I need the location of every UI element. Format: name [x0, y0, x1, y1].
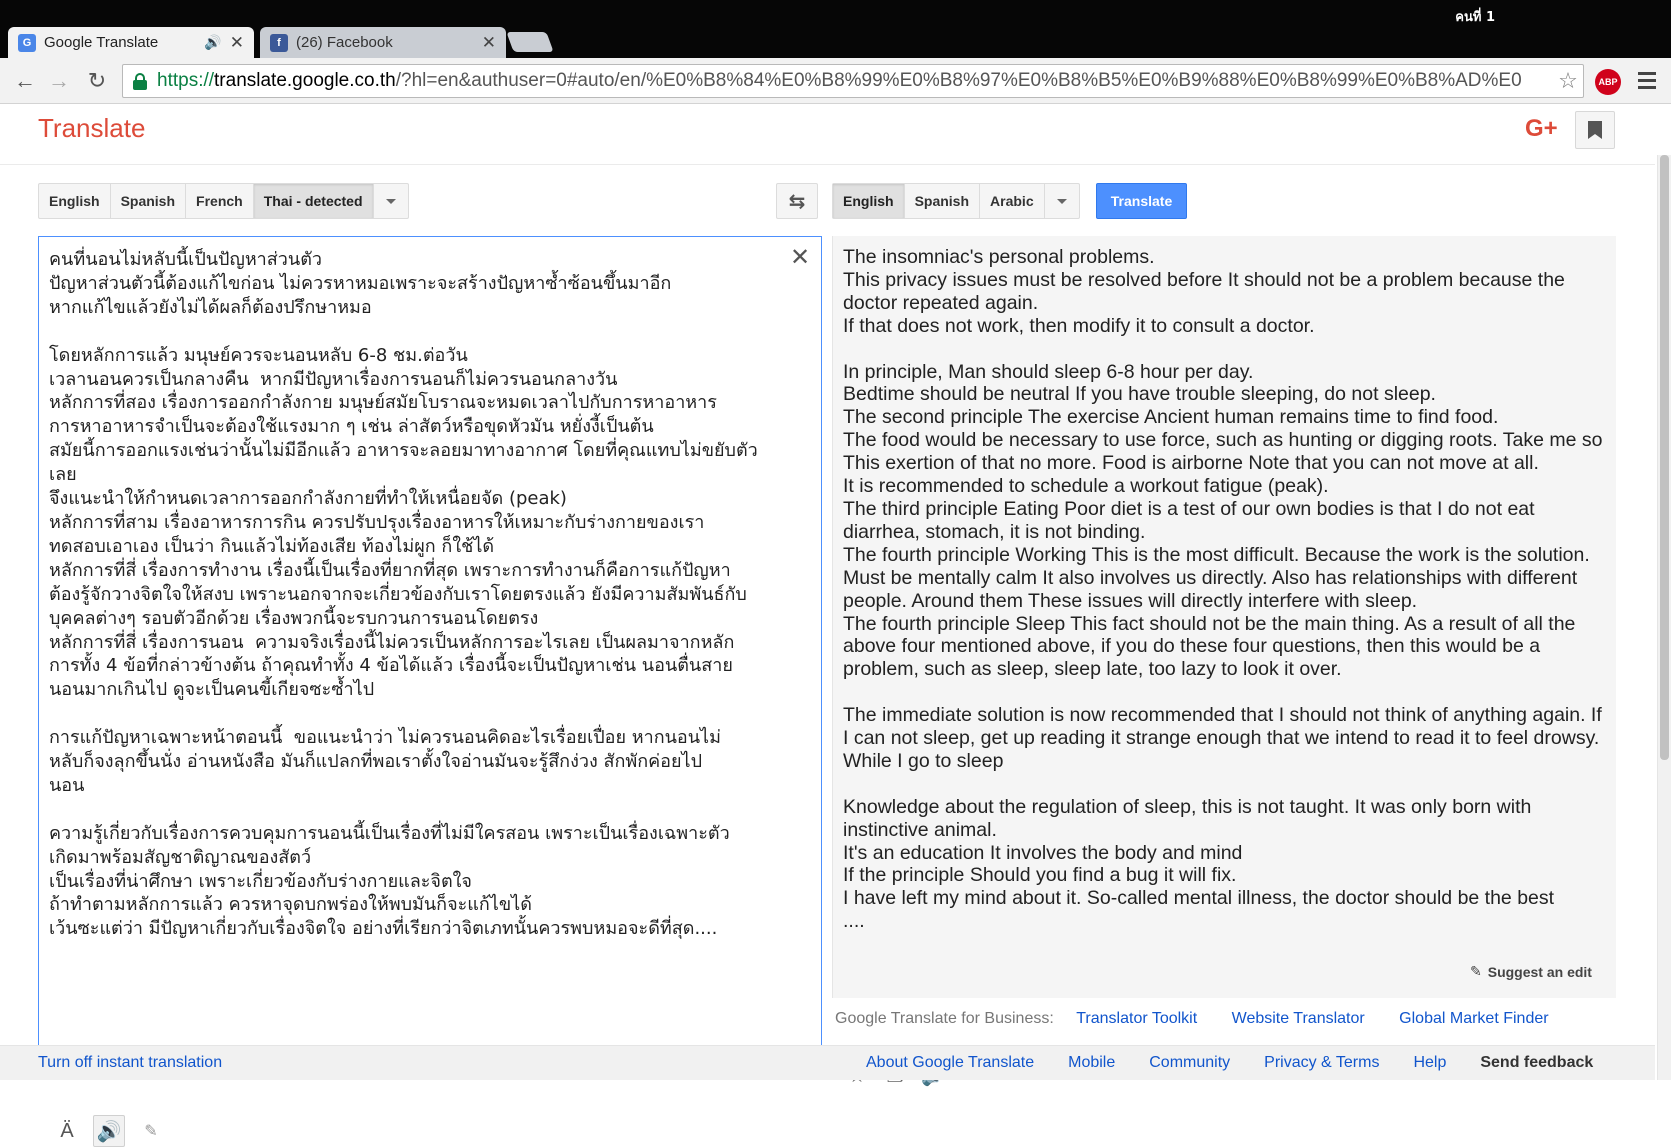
instant-translation-toggle[interactable]: Turn off instant translation — [38, 1054, 222, 1072]
swap-languages-button[interactable]: ⇆ — [776, 183, 818, 219]
source-lang-spanish[interactable]: Spanish — [111, 184, 187, 218]
target-lang-arabic[interactable]: Arabic — [980, 184, 1045, 218]
menu-icon[interactable] — [1638, 72, 1656, 93]
address-bar[interactable]: https://translate.google.co.th/?hl=en&au… — [122, 64, 1584, 98]
suggest-edit-button[interactable]: ✎ Suggest an edit — [1470, 963, 1592, 980]
source-language-selector: English Spanish French Thai - detected — [38, 183, 409, 219]
speaker-icon[interactable]: 🔊 — [204, 34, 221, 51]
footer-links: About Google Translate Mobile Community … — [866, 1054, 1593, 1072]
translation-output: The insomniac's personal problems. This … — [832, 236, 1616, 1087]
close-icon[interactable]: ✕ — [482, 33, 496, 53]
handwriting-pencil-icon[interactable]: ✎ — [135, 1115, 167, 1147]
source-text-area[interactable]: คนที่นอนไม่หลับนี้เป็นปัญหาส่วนตัว ปัญหา… — [38, 236, 822, 1147]
profile-name[interactable]: คนที่ 1 — [1455, 6, 1495, 27]
global-market-finder-link[interactable]: Global Market Finder — [1399, 1010, 1548, 1027]
pencil-icon: ✎ — [1470, 963, 1482, 979]
community-link[interactable]: Community — [1149, 1054, 1230, 1072]
source-lang-french[interactable]: French — [186, 184, 254, 218]
business-links: Google Translate for Business: Translato… — [835, 1010, 1549, 1028]
website-translator-link[interactable]: Website Translator — [1232, 1010, 1365, 1027]
source-text[interactable]: คนที่นอนไม่หลับนี้เป็นปัญหาส่วนตัว ปัญหา… — [49, 248, 784, 941]
business-label: Google Translate for Business: — [835, 1010, 1054, 1027]
mobile-link[interactable]: Mobile — [1068, 1054, 1115, 1072]
google-plus-icon[interactable]: G+ — [1525, 115, 1558, 143]
lock-icon — [131, 72, 149, 90]
page-footer: Turn off instant translation About Googl… — [0, 1045, 1655, 1080]
close-icon[interactable]: ✕ — [230, 33, 244, 53]
phrasebook-button[interactable] — [1575, 111, 1615, 149]
source-lang-detected[interactable]: Thai - detected — [253, 184, 374, 218]
new-tab-button[interactable] — [506, 32, 554, 52]
target-lang-spanish[interactable]: Spanish — [905, 184, 981, 218]
listen-source-icon[interactable]: 🔊 — [93, 1115, 125, 1147]
browser-titlebar: คนที่ 1 G Google Translate 🔊 ✕ f (26) Fa… — [0, 0, 1671, 58]
target-lang-dropdown[interactable] — [1045, 184, 1079, 218]
swap-arrows-icon: ⇆ — [788, 190, 806, 213]
page-title[interactable]: Translate — [38, 113, 145, 144]
privacy-terms-link[interactable]: Privacy & Terms — [1264, 1054, 1379, 1072]
translated-text[interactable]: The insomniac's personal problems. This … — [843, 246, 1603, 933]
suggest-edit-label: Suggest an edit — [1487, 963, 1592, 980]
tab-title: Google Translate — [44, 34, 159, 51]
translator-toolkit-link[interactable]: Translator Toolkit — [1076, 1010, 1197, 1027]
target-language-selector: English Spanish Arabic — [832, 183, 1080, 219]
page-scrollbar[interactable] — [1657, 155, 1671, 1080]
about-link[interactable]: About Google Translate — [866, 1054, 1034, 1072]
reload-icon[interactable]: ↻ — [82, 66, 112, 96]
translate-button[interactable]: Translate — [1096, 183, 1187, 219]
browser-toolbar: ← → ↻ https://translate.google.co.th/?hl… — [0, 58, 1671, 104]
back-arrow-icon[interactable]: ← — [10, 66, 40, 96]
google-translate-icon: G — [18, 33, 36, 52]
page-header: Translate G+ — [0, 105, 1655, 165]
translate-page: Translate G+ English Spanish French Thai… — [0, 105, 1671, 1147]
url-text[interactable]: https://translate.google.co.th/?hl=en&au… — [157, 70, 1553, 92]
tab-facebook[interactable]: f (26) Facebook ✕ — [260, 27, 506, 58]
tab-title: (26) Facebook — [296, 34, 393, 51]
scrollbar-thumb[interactable] — [1660, 155, 1669, 760]
tab-google-translate[interactable]: G Google Translate 🔊 ✕ — [8, 27, 254, 58]
chevron-down-icon — [385, 198, 396, 204]
clear-source-icon[interactable]: ✕ — [790, 243, 810, 272]
bookmark-star-icon[interactable]: ☆ — [1553, 68, 1583, 94]
chevron-down-icon — [1056, 198, 1067, 204]
source-lang-dropdown[interactable] — [374, 184, 408, 218]
target-lang-english[interactable]: English — [833, 184, 905, 218]
help-link[interactable]: Help — [1413, 1054, 1446, 1072]
input-tools-icon[interactable]: Ä — [51, 1115, 83, 1147]
source-lang-english[interactable]: English — [39, 184, 111, 218]
send-feedback-link[interactable]: Send feedback — [1480, 1054, 1593, 1072]
adblock-icon[interactable]: ABP — [1595, 69, 1621, 95]
bookmark-icon — [1588, 121, 1602, 139]
forward-arrow-icon[interactable]: → — [44, 66, 74, 96]
facebook-icon: f — [270, 33, 288, 52]
source-tools: Ä 🔊 ✎ — [51, 1115, 167, 1147]
